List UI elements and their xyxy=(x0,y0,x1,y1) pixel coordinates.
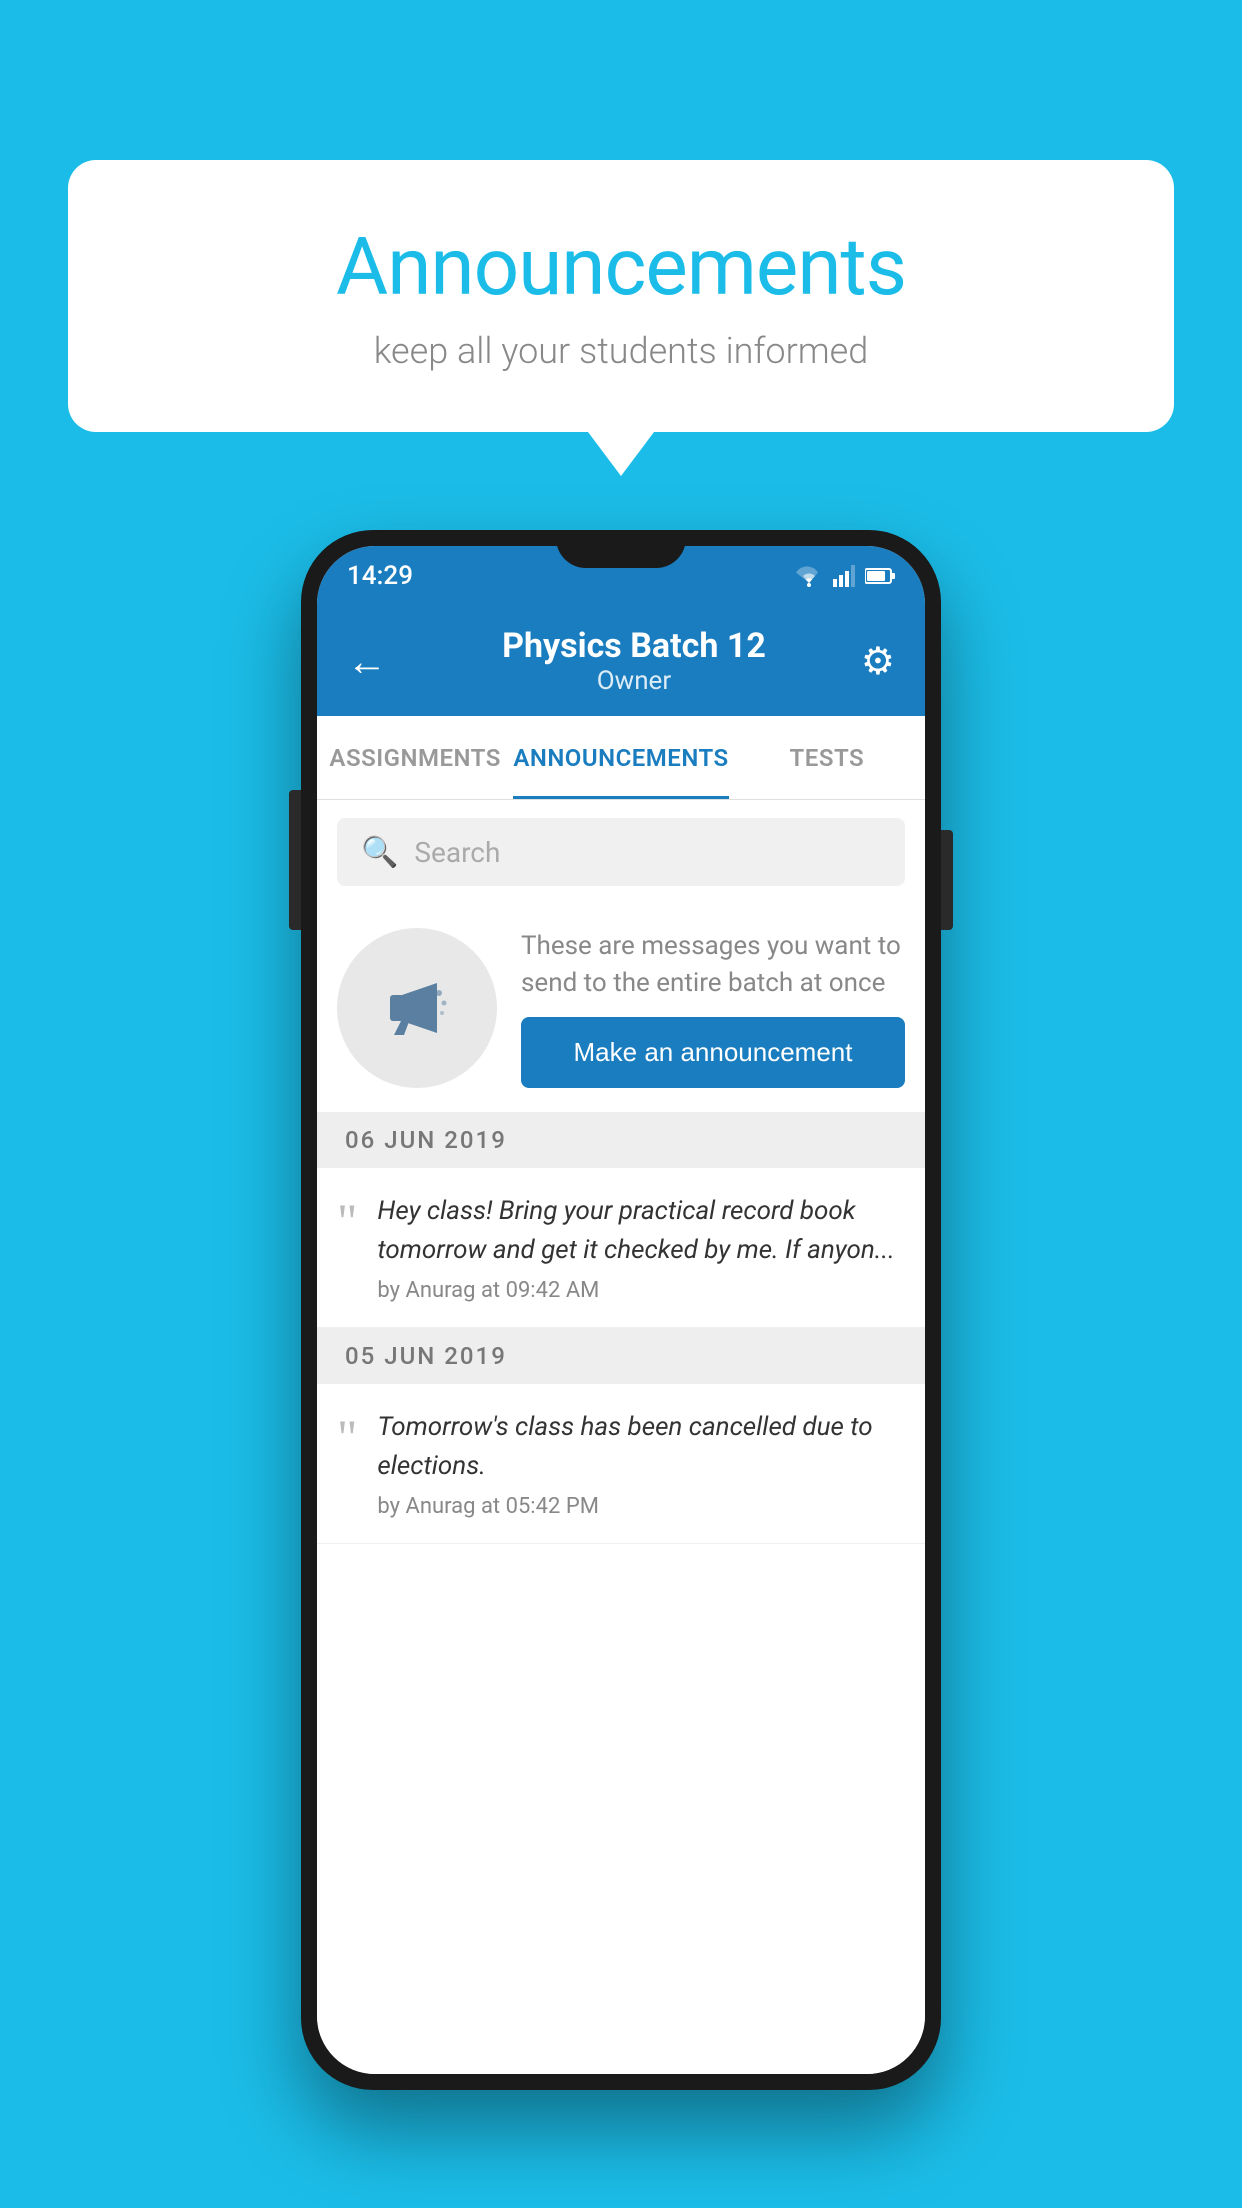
settings-icon[interactable]: ⚙ xyxy=(861,639,895,684)
announcement-text-group-1: Hey class! Bring your practical record b… xyxy=(377,1192,905,1303)
back-button[interactable]: ← xyxy=(347,638,387,685)
quote-icon-2: " xyxy=(337,1412,357,1462)
announcement-meta-2: by Anurag at 05:42 PM xyxy=(377,1494,905,1519)
announcement-meta-1: by Anurag at 09:42 AM xyxy=(377,1278,905,1303)
speech-bubble-container: Announcements keep all your students inf… xyxy=(68,160,1174,432)
phone-screen: 14:29 xyxy=(317,546,925,2074)
battery-icon xyxy=(865,567,895,585)
tabs-bar: ASSIGNMENTS ANNOUNCEMENTS TESTS xyxy=(317,716,925,800)
phone-outer: 14:29 xyxy=(301,530,941,2090)
phone-notch xyxy=(556,530,686,568)
promo-icon-circle xyxy=(337,928,497,1088)
search-icon: 🔍 xyxy=(361,835,398,870)
announcement-item-1[interactable]: " Hey class! Bring your practical record… xyxy=(317,1168,925,1328)
promo-description: These are messages you want to send to t… xyxy=(521,928,905,1001)
wifi-icon xyxy=(795,565,823,587)
tab-tests[interactable]: TESTS xyxy=(729,716,925,799)
megaphone-icon xyxy=(372,963,462,1053)
app-bar-title-group: Physics Batch 12 Owner xyxy=(407,626,861,696)
app-bar-subtitle: Owner xyxy=(407,666,861,696)
phone-mockup: 14:29 xyxy=(301,530,941,2090)
search-input-placeholder: Search xyxy=(414,836,500,869)
date-separator-2: 05 JUN 2019 xyxy=(317,1328,925,1384)
signal-icon xyxy=(833,565,855,587)
announcement-item-2[interactable]: " Tomorrow's class has been cancelled du… xyxy=(317,1384,925,1544)
date-separator-1: 06 JUN 2019 xyxy=(317,1112,925,1168)
search-bar[interactable]: 🔍 Search xyxy=(337,818,905,886)
speech-bubble: Announcements keep all your students inf… xyxy=(68,160,1174,432)
make-announcement-button[interactable]: Make an announcement xyxy=(521,1017,905,1088)
announcement-text-1: Hey class! Bring your practical record b… xyxy=(377,1192,905,1270)
status-icons xyxy=(795,565,895,587)
quote-icon-1: " xyxy=(337,1196,357,1246)
app-bar-title: Physics Batch 12 xyxy=(407,626,861,666)
tab-announcements[interactable]: ANNOUNCEMENTS xyxy=(513,716,728,799)
speech-bubble-title: Announcements xyxy=(148,220,1094,314)
speech-bubble-subtitle: keep all your students informed xyxy=(148,330,1094,372)
promo-right: These are messages you want to send to t… xyxy=(521,928,905,1088)
announcement-text-group-2: Tomorrow's class has been cancelled due … xyxy=(377,1408,905,1519)
announcement-text-2: Tomorrow's class has been cancelled due … xyxy=(377,1408,905,1486)
app-bar: ← Physics Batch 12 Owner ⚙ xyxy=(317,606,925,716)
screen-content: 🔍 Search xyxy=(317,800,925,2074)
search-bar-wrapper: 🔍 Search xyxy=(317,800,925,904)
status-time: 14:29 xyxy=(347,561,413,591)
tab-assignments[interactable]: ASSIGNMENTS xyxy=(317,716,513,799)
announcement-promo: These are messages you want to send to t… xyxy=(317,904,925,1112)
